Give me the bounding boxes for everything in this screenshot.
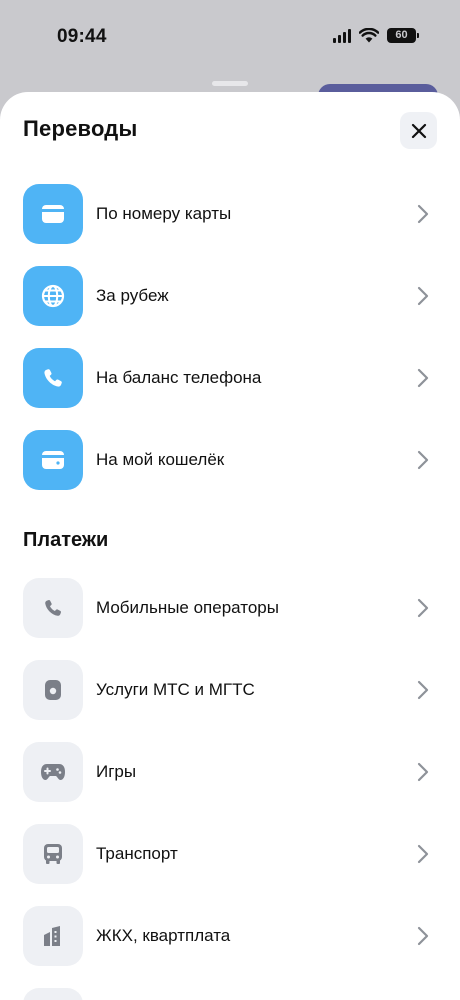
transfer-item-label: На баланс телефона: [96, 368, 262, 387]
transfer-tile: [23, 266, 83, 326]
sheet-grabber[interactable]: [212, 81, 248, 86]
chevron-right-icon: [417, 368, 429, 388]
transfer-item-phone-balance[interactable]: На баланс телефона: [0, 346, 460, 410]
status-time: 09:44: [57, 26, 107, 47]
phone-icon: [44, 369, 62, 387]
gamepad-icon: [41, 764, 65, 780]
battery-indicator: 60: [387, 28, 419, 43]
chevron-right-icon: [417, 598, 429, 618]
payment-tile: [23, 824, 83, 884]
payment-item-mobile-operators[interactable]: Мобильные операторы: [0, 576, 460, 640]
home-device-icon: [45, 680, 61, 700]
transfer-tile: [23, 184, 83, 244]
payments-section-title: Платежи: [23, 529, 109, 551]
transfer-item-abroad[interactable]: За рубеж: [0, 264, 460, 328]
transfer-item-label: По номеру карты: [96, 204, 232, 223]
payment-item-label: ЖКХ, квартплата: [96, 926, 231, 945]
payment-item-transport[interactable]: Транспорт: [0, 822, 460, 886]
chevron-right-icon: [417, 762, 429, 782]
phone-icon: [45, 599, 62, 616]
payment-tile: [23, 578, 83, 638]
transfer-item-label: На мой кошелёк: [96, 450, 225, 469]
wifi-icon: [359, 28, 379, 43]
transfer-item-label: За рубеж: [96, 286, 169, 305]
transfer-tile: [23, 348, 83, 408]
chevron-right-icon: [417, 844, 429, 864]
payment-item-games[interactable]: Игры: [0, 740, 460, 804]
chevron-right-icon: [417, 926, 429, 946]
building-icon: [44, 926, 60, 946]
globe-icon: [41, 284, 65, 308]
chevron-right-icon: [417, 680, 429, 700]
payment-item-mts-services[interactable]: Услуги МТС и МГТС: [0, 658, 460, 722]
transfers-sheet: Переводы По номеру карты За рубеж На бал…: [0, 92, 460, 1000]
close-icon: [411, 123, 426, 138]
close-button[interactable]: [400, 112, 437, 149]
status-icons: 60: [333, 28, 419, 43]
transfer-tile: [23, 430, 83, 490]
payment-tile: [23, 660, 83, 720]
bus-icon: [44, 844, 62, 864]
chevron-right-icon: [417, 204, 429, 224]
chevron-right-icon: [417, 450, 429, 470]
payment-item-label: Мобильные операторы: [96, 598, 279, 617]
payment-tile: [23, 742, 83, 802]
transfer-item-card-number[interactable]: По номеру карты: [0, 182, 460, 246]
payment-tile: [23, 906, 83, 966]
payment-item-partial[interactable]: [0, 986, 460, 1000]
cellular-signal-icon: [333, 28, 351, 43]
payment-item-label: Игры: [96, 762, 137, 781]
payment-tile: [23, 988, 83, 1000]
transfer-item-my-wallet[interactable]: На мой кошелёк: [0, 428, 460, 492]
card-icon: [42, 205, 64, 223]
chevron-right-icon: [417, 286, 429, 306]
sheet-title: Переводы: [23, 116, 138, 141]
payment-item-label: Транспорт: [96, 844, 178, 863]
payment-item-housing-utilities[interactable]: ЖКХ, квартплата: [0, 904, 460, 968]
wallet-icon: [42, 451, 64, 469]
status-bar: 09:44 60: [0, 0, 460, 80]
payment-item-label: Услуги МТС и МГТС: [96, 680, 255, 699]
